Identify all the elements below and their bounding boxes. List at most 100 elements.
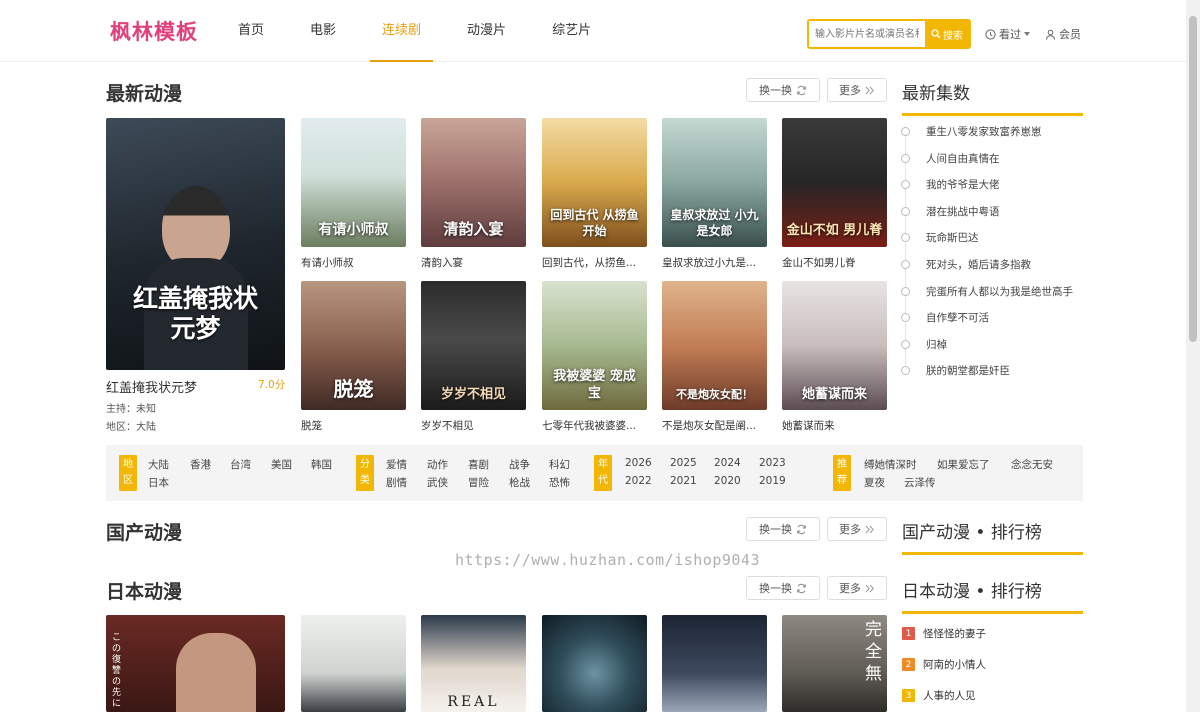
filter-region-tag: 地区 xyxy=(119,455,137,491)
filter-option[interactable]: 战争 xyxy=(509,457,530,472)
filter-option[interactable]: 2025 xyxy=(670,457,697,469)
filter-option[interactable]: 韩国 xyxy=(311,457,332,472)
filter-option[interactable]: 台湾 xyxy=(230,457,251,472)
timeline-dot-icon xyxy=(901,340,910,349)
featured-poster[interactable]: 红盖掩我状元梦 xyxy=(106,118,285,370)
filter-option[interactable]: 大陆 xyxy=(148,457,169,472)
search-input[interactable] xyxy=(809,21,925,47)
poster-title[interactable]: 清韵入宴 xyxy=(421,255,527,270)
latest-swap-button[interactable]: 换一换 xyxy=(746,78,820,102)
poster-card[interactable]: 不是炮灰女配！ xyxy=(662,281,767,410)
poster-title[interactable]: 有请小师叔 xyxy=(301,255,407,270)
featured-poster[interactable]: この復讐の先に xyxy=(106,615,285,712)
japanese-swap-button[interactable]: 换一换 xyxy=(746,576,820,600)
poster-title[interactable]: 回到古代，从捞鱼... xyxy=(542,255,648,270)
filter-option[interactable]: 剧情 xyxy=(386,475,407,490)
nav-home[interactable]: 首页 xyxy=(226,0,276,62)
more-label: 更多 xyxy=(839,84,861,97)
poster-title[interactable]: 脱笼 xyxy=(301,418,407,433)
scrollbar-thumb[interactable] xyxy=(1189,16,1197,342)
filter-option[interactable]: 武侠 xyxy=(427,475,448,490)
poster-title[interactable]: 她蓄谋而来 xyxy=(782,418,888,433)
filter-option[interactable]: 科幻 xyxy=(549,457,570,472)
site-logo[interactable]: 枫林模板 xyxy=(110,16,198,46)
poster-card[interactable]: 完全無 xyxy=(782,615,887,712)
poster-card[interactable]: 回到古代 从捞鱼开始 xyxy=(542,118,647,247)
poster-card[interactable]: 岁岁不相见 xyxy=(421,281,526,410)
timeline-item[interactable]: 重生八零发家致富养崽崽 xyxy=(901,124,1042,139)
filter-option[interactable]: 2023 xyxy=(759,457,786,469)
rank-item[interactable]: 2 阿南的小情人 xyxy=(902,657,986,672)
poster-card[interactable]: 脱笼 xyxy=(301,281,406,410)
poster-title[interactable]: 皇叔求放过小九是... xyxy=(662,255,768,270)
poster-title[interactable]: 金山不如男儿脊 xyxy=(782,255,888,270)
filter-option[interactable]: 缚她情深时 xyxy=(864,457,917,472)
filter-option[interactable]: 动作 xyxy=(427,457,448,472)
history-menu[interactable]: 看过 xyxy=(985,26,1030,42)
poster-text: REAL xyxy=(447,694,500,710)
timeline-item[interactable]: 归棹 xyxy=(901,337,947,352)
domestic-swap-button[interactable]: 换一换 xyxy=(746,517,820,541)
poster-card[interactable] xyxy=(542,615,647,712)
filter-option[interactable]: 冒险 xyxy=(468,475,489,490)
timeline-item[interactable]: 朕的朝堂都是奸臣 xyxy=(901,363,1010,378)
filter-option[interactable]: 香港 xyxy=(190,457,211,472)
poster-title[interactable]: 岁岁不相见 xyxy=(421,418,527,433)
poster-card[interactable]: 金山不如 男儿脊 xyxy=(782,118,887,247)
filter-option[interactable]: 夏夜 xyxy=(864,475,885,490)
nav-series[interactable]: 连续剧 xyxy=(370,0,434,62)
poster-figure xyxy=(176,633,256,712)
swap-label: 换一换 xyxy=(759,84,792,97)
filter-option[interactable]: 云泽传 xyxy=(904,475,936,490)
timeline-item[interactable]: 完蛋所有人都以为我是绝世高手 xyxy=(901,284,1073,299)
nav-anime[interactable]: 动漫片 xyxy=(455,0,518,62)
filter-option[interactable]: 美国 xyxy=(271,457,292,472)
timeline-item[interactable]: 潜在挑战中粤语 xyxy=(901,204,1000,219)
member-link[interactable]: 会员 xyxy=(1045,26,1081,42)
featured-host: 主持：未知 xyxy=(106,404,156,415)
filter-option[interactable]: 日本 xyxy=(148,475,169,490)
poster-title[interactable]: 七零年代我被婆婆... xyxy=(542,418,648,433)
filter-option[interactable]: 爱情 xyxy=(386,457,407,472)
filter-option[interactable]: 2020 xyxy=(714,475,741,487)
filter-option[interactable]: 如果爱忘了 xyxy=(937,457,990,472)
filter-option[interactable]: 2022 xyxy=(625,475,652,487)
filter-genre-tag: 分类 xyxy=(356,455,374,491)
poster-card[interactable]: 清韵入宴 xyxy=(421,118,526,247)
poster-card[interactable] xyxy=(662,615,767,712)
page-scrollbar[interactable] xyxy=(1186,0,1200,712)
timeline-item[interactable]: 我的爷爷是大佬 xyxy=(901,177,1000,192)
latest-more-button[interactable]: 更多 xyxy=(827,78,887,102)
japanese-rank-title: 日本动漫 • 排行榜 xyxy=(902,582,1042,602)
search-button[interactable]: 搜索 xyxy=(925,21,969,47)
filter-option[interactable]: 枪战 xyxy=(509,475,530,490)
timeline-item[interactable]: 玩命斯巴达 xyxy=(901,230,979,245)
filter-option[interactable]: 恐怖 xyxy=(549,475,570,490)
nav-variety[interactable]: 综艺片 xyxy=(540,0,603,62)
rank-item[interactable]: 3 人事的人见 xyxy=(902,688,976,703)
japanese-more-button[interactable]: 更多 xyxy=(827,576,887,600)
featured-title[interactable]: 红盖掩我状元梦 xyxy=(106,377,197,396)
poster-card[interactable]: 我被婆婆 宠成宝 xyxy=(542,281,647,410)
rank-item[interactable]: 1 怪怪怪的妻子 xyxy=(902,626,986,641)
nav-movies[interactable]: 电影 xyxy=(298,0,348,62)
poster-title[interactable]: 不是炮灰女配是阐... xyxy=(662,418,768,433)
filter-option[interactable]: 2021 xyxy=(670,475,697,487)
poster-card[interactable]: 有请小师叔 xyxy=(301,118,406,247)
poster-card[interactable]: 她蓄谋而来 xyxy=(782,281,887,410)
timeline-dot-icon xyxy=(901,366,910,375)
timeline-item[interactable]: 死对头，婚后请多指教 xyxy=(901,257,1031,272)
filter-option[interactable]: 念念无安 xyxy=(1011,457,1053,472)
rank-number: 2 xyxy=(902,658,915,671)
domestic-more-button[interactable]: 更多 xyxy=(827,517,887,541)
poster-card[interactable]: REAL xyxy=(421,615,526,712)
filter-option[interactable]: 2019 xyxy=(759,475,786,487)
timeline-item[interactable]: 人间自由真情在 xyxy=(901,151,1000,166)
filter-option[interactable]: 2026 xyxy=(625,457,652,469)
filter-recommend-tag: 推荐 xyxy=(833,455,851,491)
filter-option[interactable]: 2024 xyxy=(714,457,741,469)
timeline-item[interactable]: 自作孽不可活 xyxy=(901,310,989,325)
filter-option[interactable]: 喜剧 xyxy=(468,457,489,472)
poster-card[interactable] xyxy=(301,615,406,712)
poster-card[interactable]: 皇叔求放过 小九是女郎 xyxy=(662,118,767,247)
